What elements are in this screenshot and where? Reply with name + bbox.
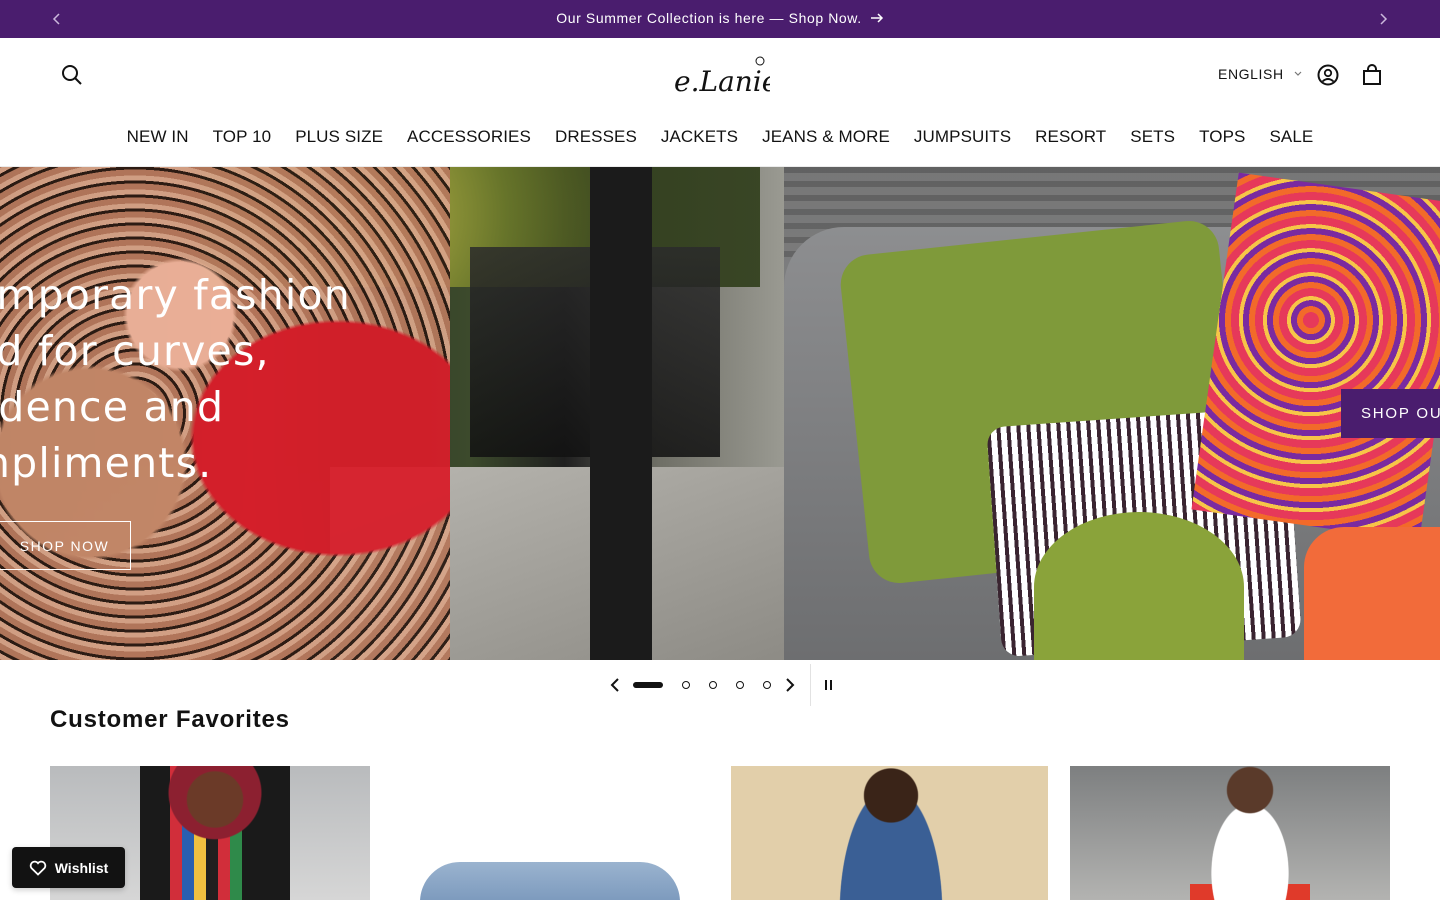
arrow-right-icon bbox=[870, 13, 883, 23]
chevron-left-icon bbox=[610, 678, 619, 692]
nav-item-top-10[interactable]: TOP 10 bbox=[213, 127, 272, 147]
search-button[interactable] bbox=[60, 63, 84, 87]
chevron-down-icon bbox=[1294, 71, 1302, 76]
logo-mark: e.Laniese bbox=[674, 56, 809, 98]
product-card[interactable] bbox=[390, 766, 710, 900]
slide-dot-3[interactable] bbox=[709, 681, 717, 689]
site-logo[interactable]: e.Laniese bbox=[670, 53, 809, 101]
hero-slide-1: emporary fashion ed for curves, fidence … bbox=[0, 167, 784, 660]
section-title: Customer Favorites bbox=[50, 706, 290, 733]
slide-next-button[interactable] bbox=[780, 675, 800, 695]
nav-item-new-in[interactable]: NEW IN bbox=[127, 127, 189, 147]
nav-item-resort[interactable]: RESORT bbox=[1035, 127, 1106, 147]
hero-headline-line: mpliments. bbox=[0, 439, 213, 487]
announcement-bar: Our Summer Collection is here — Shop Now… bbox=[0, 0, 1440, 38]
announcement-link[interactable]: Our Summer Collection is here — Shop Now… bbox=[556, 10, 884, 26]
hero-image-pillow-pattern bbox=[1034, 512, 1244, 660]
cart-icon bbox=[1363, 64, 1381, 85]
cart-button[interactable] bbox=[1360, 63, 1384, 87]
announcement-text: Our Summer Collection is here — Shop Now… bbox=[556, 10, 862, 26]
main-navigation: NEW IN TOP 10 PLUS SIZE ACCESSORIES DRES… bbox=[0, 127, 1440, 147]
hero-headline: emporary fashion ed for curves, fidence … bbox=[0, 267, 390, 491]
nav-item-sale[interactable]: SALE bbox=[1269, 127, 1313, 147]
site-header: e.Laniese ENGLISH NEW IN TOP 10 PLUS SIZ… bbox=[0, 38, 1440, 167]
nav-item-tops[interactable]: TOPS bbox=[1199, 127, 1245, 147]
hero-image-post bbox=[590, 167, 652, 660]
nav-item-jumpsuits[interactable]: JUMPSUITS bbox=[914, 127, 1011, 147]
slideshow-pause-button[interactable] bbox=[819, 675, 839, 695]
product-image bbox=[831, 766, 951, 900]
slide-dot-4[interactable] bbox=[736, 681, 744, 689]
shop-now-button[interactable]: SHOP NOW bbox=[0, 521, 131, 570]
logo-text: e.Laniese bbox=[674, 65, 770, 98]
nav-item-jeans-more[interactable]: JEANS & MORE bbox=[762, 127, 890, 147]
product-card[interactable] bbox=[731, 766, 1048, 900]
shop-our-button[interactable]: SHOP OU bbox=[1341, 389, 1440, 438]
chevron-right-icon bbox=[786, 678, 795, 692]
account-button[interactable] bbox=[1316, 63, 1340, 87]
heart-icon bbox=[29, 860, 46, 876]
announcement-next-button[interactable] bbox=[1373, 9, 1393, 29]
nav-item-plus-size[interactable]: PLUS SIZE bbox=[295, 127, 383, 147]
product-image bbox=[140, 766, 290, 900]
product-image bbox=[1190, 766, 1310, 900]
product-card[interactable] bbox=[1070, 766, 1390, 900]
wishlist-label: Wishlist bbox=[54, 859, 109, 876]
wishlist-button[interactable]: Wishlist bbox=[12, 847, 125, 888]
hero-slide-2: SHOP OU bbox=[784, 167, 1440, 660]
slideshow-controls bbox=[600, 664, 850, 706]
announcement-message: Our Summer Collection is here — Shop Now… bbox=[0, 10, 1440, 26]
search-icon bbox=[62, 65, 82, 85]
hero-slideshow: emporary fashion ed for curves, fidence … bbox=[0, 167, 1440, 660]
slide-prev-button[interactable] bbox=[605, 675, 625, 695]
slide-dot-1[interactable] bbox=[633, 682, 663, 688]
product-image bbox=[420, 862, 680, 900]
account-icon bbox=[1317, 64, 1339, 86]
hero-headline-line: emporary fashion bbox=[0, 271, 351, 319]
nav-item-jackets[interactable]: JACKETS bbox=[661, 127, 738, 147]
hero-headline-line: fidence and bbox=[0, 383, 225, 431]
pause-icon bbox=[825, 680, 832, 690]
nav-item-sets[interactable]: SETS bbox=[1130, 127, 1175, 147]
language-label: ENGLISH bbox=[1218, 66, 1284, 82]
slide-dot-5[interactable] bbox=[763, 681, 771, 689]
slide-dot-2[interactable] bbox=[682, 681, 690, 689]
chevron-right-icon bbox=[1380, 13, 1388, 25]
language-selector[interactable]: ENGLISH bbox=[1218, 66, 1302, 82]
hero-image-orange-fabric bbox=[1304, 527, 1440, 660]
hero-headline-line: ed for curves, bbox=[0, 327, 270, 375]
nav-item-accessories[interactable]: ACCESSORIES bbox=[407, 127, 531, 147]
nav-item-dresses[interactable]: DRESSES bbox=[555, 127, 637, 147]
controls-divider bbox=[810, 664, 811, 706]
